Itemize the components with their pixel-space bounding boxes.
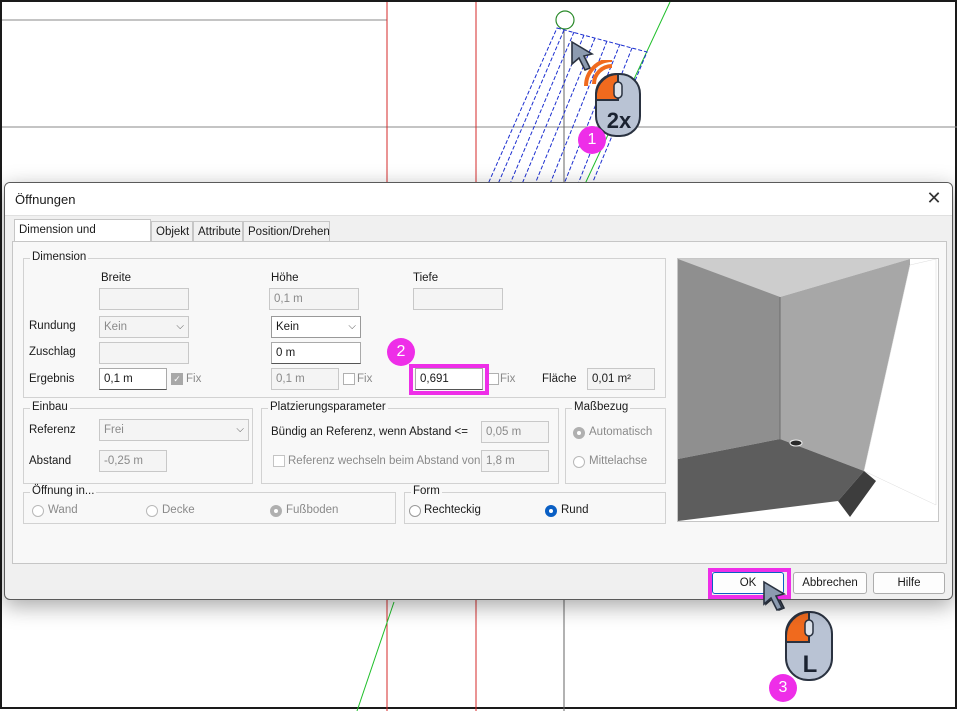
rundung-hoehe-select[interactable]: Kein ⌵: [271, 316, 361, 338]
tiefe-header: Tiefe: [413, 272, 439, 284]
tiefe-input: [413, 288, 503, 310]
rundung-hoehe-value: Kein: [276, 321, 300, 333]
hoehe-header: Höhe: [271, 272, 299, 284]
chevron-down-icon: ⌵: [348, 321, 356, 332]
wechseln-label: Referenz wechseln beim Abstand von: [288, 455, 481, 467]
referenz-wechseln-checkbox[interactable]: [273, 455, 285, 467]
step-1-badge: 1: [578, 126, 606, 154]
decke-label: Decke: [162, 504, 195, 516]
rechteckig-radio[interactable]: [409, 505, 421, 517]
rundung-breite-value: Kein: [104, 321, 128, 333]
rund-radio[interactable]: [545, 505, 557, 517]
form-legend: Form: [411, 485, 442, 497]
fussboden-label: Fußboden: [286, 504, 339, 516]
ergebnis-breite-input[interactable]: 0,1 m: [99, 368, 167, 390]
dimension-legend: Dimension: [30, 251, 89, 263]
dialog-title: Öffnungen: [15, 192, 76, 207]
step-2-badge: 2: [387, 338, 415, 366]
zuschlag-label: Zuschlag: [29, 346, 76, 358]
fix-breite-checkbox[interactable]: ✓: [171, 373, 183, 385]
rechteckig-label: Rechteckig: [424, 504, 481, 516]
abbrechen-button[interactable]: Abbrechen: [793, 572, 867, 594]
wechseln-input: 1,8 m: [481, 450, 549, 472]
mittelachse-radio[interactable]: [573, 456, 585, 468]
referenz-value: Frei: [104, 424, 124, 436]
fix-hoehe-label: Fix: [357, 373, 373, 385]
3d-preview[interactable]: [677, 258, 939, 522]
zuschlag-breite-input: [99, 342, 189, 364]
tab-attribute[interactable]: Attribute: [193, 221, 243, 241]
oeffnung-in-legend: Öffnung in...: [30, 485, 97, 497]
platzierung-group: Platzierungsparameter: [261, 401, 559, 484]
tab-panel: Dimension Breite Höhe Tiefe 0,1 m Rundun…: [12, 241, 947, 564]
tab-position-drehen[interactable]: Position/Drehen: [243, 221, 330, 241]
rund-label: Rund: [561, 504, 589, 516]
oeffnung-in-group: Öffnung in...: [23, 485, 396, 524]
abstand-label: Abstand: [29, 455, 72, 467]
automatisch-label: Automatisch: [589, 426, 653, 438]
referenz-label: Referenz: [29, 424, 76, 436]
wand-radio[interactable]: [32, 505, 44, 517]
abstand-input: -0,25 m: [99, 450, 167, 472]
ok-mouse-pointer-icon: [763, 580, 787, 612]
close-icon[interactable]: ✕: [924, 188, 944, 208]
tab-dimension-platzierung[interactable]: Dimension und Platzierung: [14, 219, 151, 256]
hoehe-input: 0,1 m: [269, 288, 359, 310]
massbezug-group: Maßbezug: [565, 401, 666, 484]
fix-hoehe-checkbox[interactable]: [343, 373, 355, 385]
ergebnis-hoehe-input: 0,1 m: [271, 368, 339, 390]
breite-header: Breite: [101, 272, 132, 284]
einbau-legend: Einbau: [30, 401, 70, 413]
buendig-input: 0,05 m: [481, 421, 549, 443]
rundung-breite-select: Kein ⌵: [99, 316, 189, 338]
tab-objekt[interactable]: Objekt: [151, 221, 193, 241]
platzierung-legend: Platzierungsparameter: [268, 401, 388, 413]
double-click-label: 2x: [607, 108, 632, 133]
hilfe-button[interactable]: Hilfe: [873, 572, 945, 594]
wand-label: Wand: [48, 504, 78, 516]
massbezug-legend: Maßbezug: [572, 401, 631, 413]
automatisch-radio[interactable]: [573, 427, 585, 439]
openings-dialog: Öffnungen ✕ Dimension und Platzierung Ob…: [4, 182, 953, 600]
chevron-down-icon: ⌵: [176, 321, 184, 332]
chevron-down-icon: ⌵: [236, 424, 244, 435]
ergebnis-label: Ergebnis: [29, 373, 75, 385]
step-3-badge: 3: [769, 674, 797, 702]
rundung-label: Rundung: [29, 320, 76, 332]
buendig-label: Bündig an Referenz, wenn Abstand <=: [271, 426, 468, 438]
mittelachse-label: Mittelachse: [589, 455, 648, 467]
breite-input: [99, 288, 189, 310]
flaeche-label: Fläche: [542, 373, 577, 385]
referenz-select: Frei ⌵: [99, 419, 249, 441]
decke-radio[interactable]: [146, 505, 158, 517]
flaeche-value: 0,01 m²: [587, 368, 655, 390]
3d-preview-render: [678, 258, 938, 521]
left-click-label: L: [803, 651, 818, 678]
dialog-titlebar: Öffnungen ✕: [5, 183, 952, 216]
fix-tiefe-label: Fix: [500, 373, 516, 385]
fix-breite-label: Fix: [186, 373, 202, 385]
fussboden-radio[interactable]: [270, 505, 282, 517]
zuschlag-hoehe-input[interactable]: 0 m: [271, 342, 361, 364]
tiefe-highlight: [409, 364, 489, 395]
